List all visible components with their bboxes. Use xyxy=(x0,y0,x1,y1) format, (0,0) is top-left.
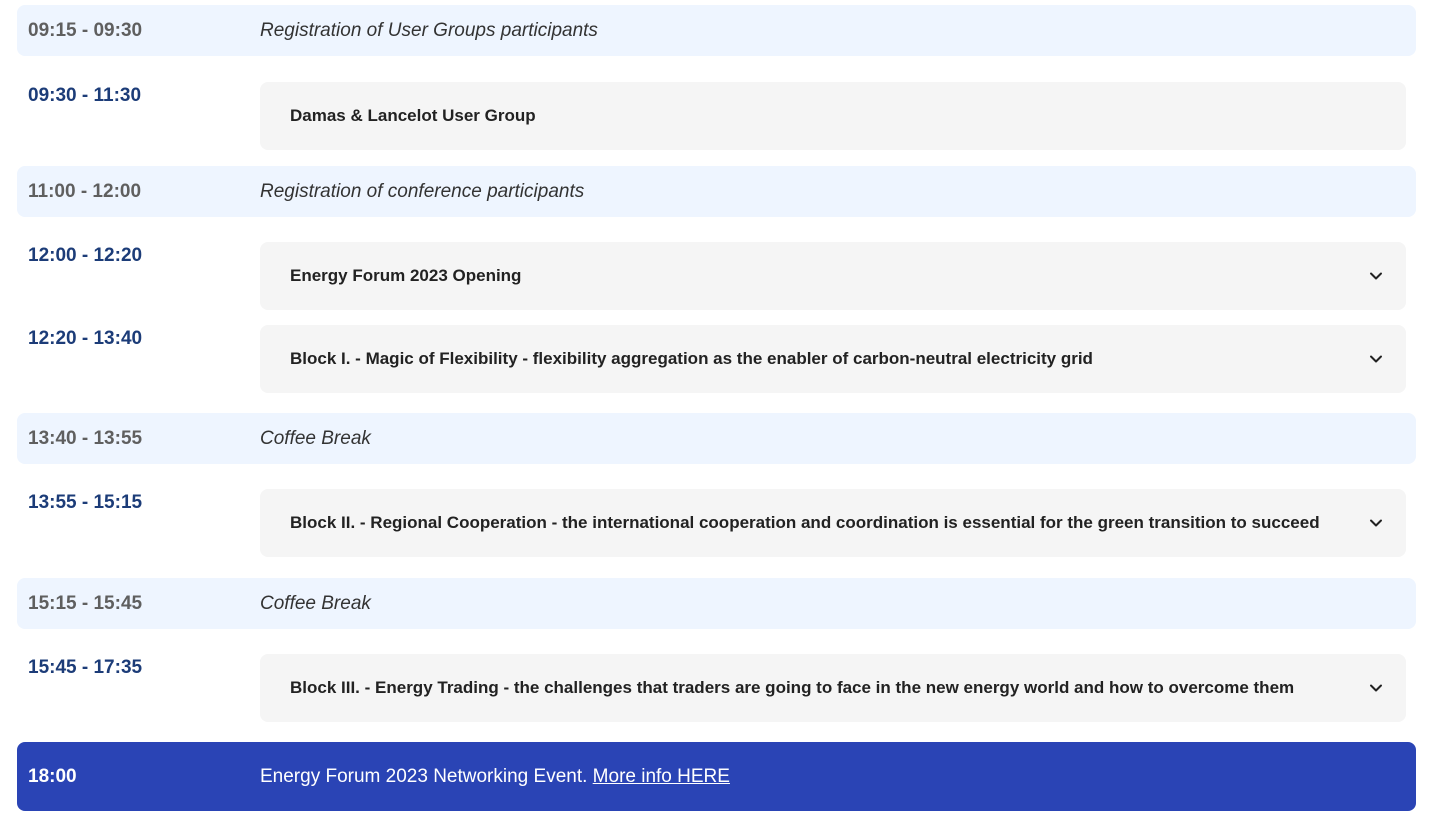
session-card-block-2[interactable]: Block II. - Regional Cooperation - the i… xyxy=(260,489,1406,557)
networking-label: Energy Forum 2023 Networking Event. xyxy=(260,766,593,787)
session-title: Damas & Lancelot User Group xyxy=(290,106,536,125)
time-slot: 18:00 xyxy=(28,766,77,787)
agenda-schedule: 09:15 - 09:30 Registration of User Group… xyxy=(0,0,1429,817)
more-info-link[interactable]: More info HERE xyxy=(593,766,730,787)
info-text: Registration of User Groups participants xyxy=(260,20,598,41)
time-slot: 12:00 - 12:20 xyxy=(28,245,143,266)
session-title: Energy Forum 2023 Opening xyxy=(290,266,522,285)
session-card-block-1[interactable]: Block I. - Magic of Flexibility - flexib… xyxy=(260,325,1406,393)
chevron-down-icon[interactable] xyxy=(1368,680,1384,696)
chevron-down-icon[interactable] xyxy=(1368,268,1384,284)
time-slot: 09:15 - 09:30 xyxy=(28,20,143,41)
agenda-row-registration-user-groups: 09:15 - 09:30 Registration of User Group… xyxy=(17,5,1416,56)
agenda-row-registration-conference: 11:00 - 12:00 Registration of conference… xyxy=(17,166,1416,217)
session-card-damas-lancelot: Damas & Lancelot User Group xyxy=(260,82,1406,150)
session-card-opening[interactable]: Energy Forum 2023 Opening xyxy=(260,242,1406,310)
session-title: Block III. - Energy Trading - the challe… xyxy=(290,678,1295,697)
agenda-row-networking-event: 18:00 Energy Forum 2023 Networking Event… xyxy=(17,742,1416,811)
agenda-row-coffee-break-1: 13:40 - 13:55 Coffee Break xyxy=(17,413,1416,464)
time-slot: 13:40 - 13:55 xyxy=(28,428,143,449)
session-card-block-3[interactable]: Block III. - Energy Trading - the challe… xyxy=(260,654,1406,722)
time-slot: 09:30 - 11:30 xyxy=(28,85,142,106)
agenda-row-coffee-break-2: 15:15 - 15:45 Coffee Break xyxy=(17,578,1416,629)
agenda-row-user-group: 09:30 - 11:30 Damas & Lancelot User Grou… xyxy=(17,82,1416,150)
session-title: Block I. - Magic of Flexibility - flexib… xyxy=(290,349,1093,368)
agenda-row-block-2: 13:55 - 15:15 Block II. - Regional Coope… xyxy=(17,489,1416,557)
info-text: Coffee Break xyxy=(260,428,371,449)
session-title: Block II. - Regional Cooperation - the i… xyxy=(290,513,1320,532)
time-slot: 11:00 - 12:00 xyxy=(28,181,142,202)
agenda-row-block-3: 15:45 - 17:35 Block III. - Energy Tradin… xyxy=(17,654,1416,722)
chevron-down-icon[interactable] xyxy=(1368,515,1384,531)
info-text: Registration of conference participants xyxy=(260,181,585,202)
agenda-row-block-1: 12:20 - 13:40 Block I. - Magic of Flexib… xyxy=(17,325,1416,393)
info-text: Coffee Break xyxy=(260,593,371,614)
time-slot: 12:20 - 13:40 xyxy=(28,328,143,349)
time-slot: 15:45 - 17:35 xyxy=(28,657,143,678)
agenda-row-opening: 12:00 - 12:20 Energy Forum 2023 Opening xyxy=(17,242,1416,310)
time-slot: 13:55 - 15:15 xyxy=(28,492,143,513)
networking-text: Energy Forum 2023 Networking Event. More… xyxy=(260,742,730,811)
time-slot: 15:15 - 15:45 xyxy=(28,593,143,614)
chevron-down-icon[interactable] xyxy=(1368,351,1384,367)
